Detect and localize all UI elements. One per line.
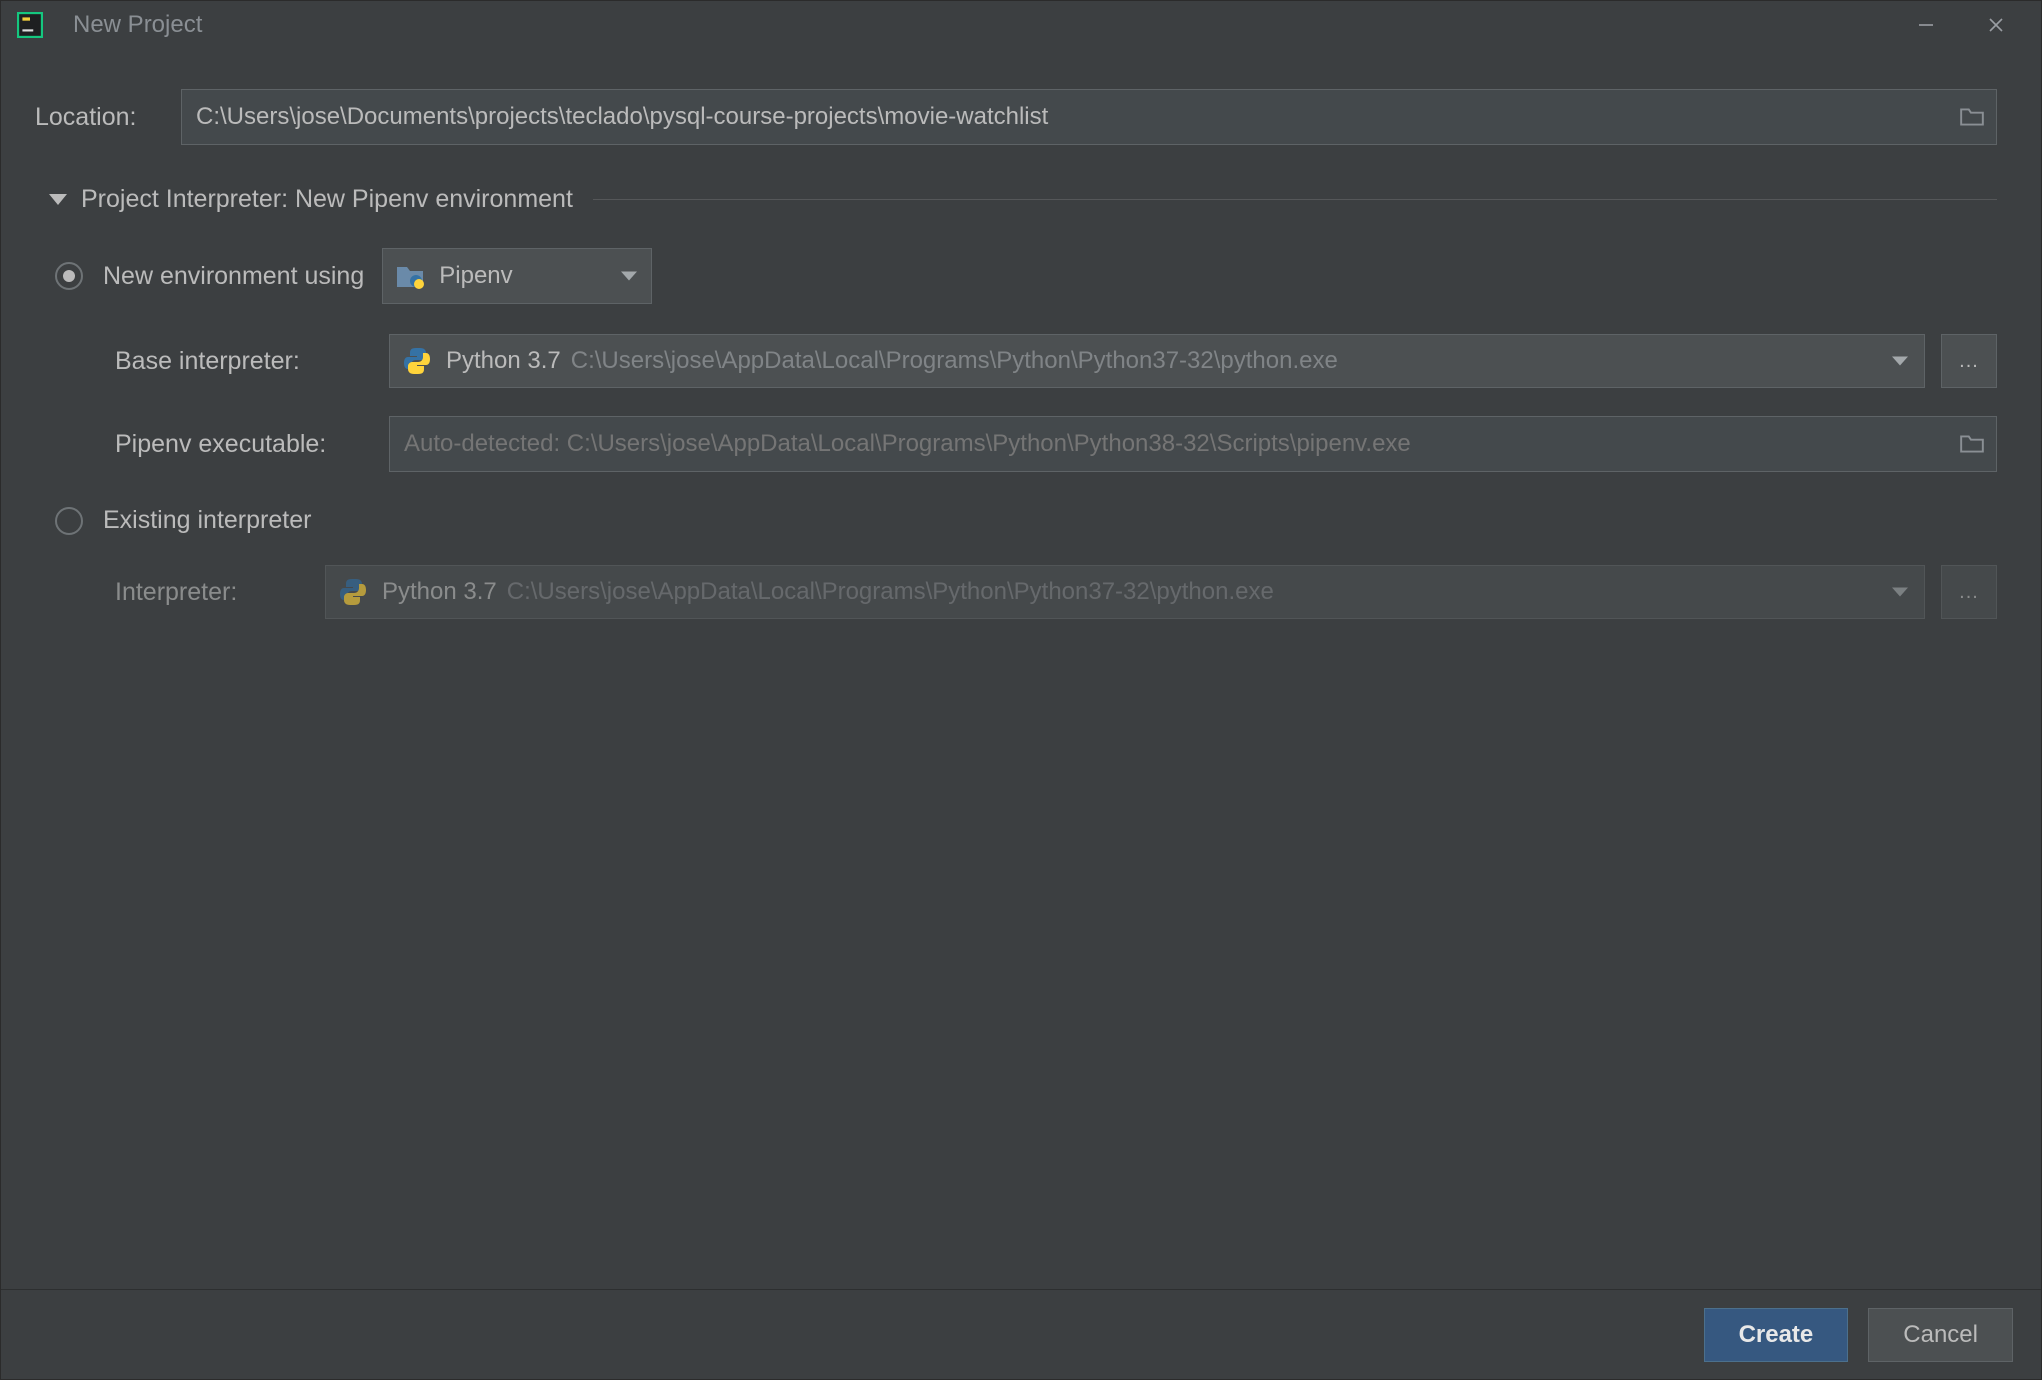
python-icon xyxy=(338,577,368,607)
env-tool-label: Pipenv xyxy=(439,262,512,290)
location-row: Location: xyxy=(35,89,1997,145)
dialog-footer: Create Cancel xyxy=(1,1289,2041,1379)
existing-interpreter-browse-button[interactable]: ... xyxy=(1941,565,1997,619)
base-interpreter-row: Base interpreter: Python 3.7 C:\Users\jo… xyxy=(115,334,1997,388)
chevron-down-icon xyxy=(49,194,67,205)
dialog-content: Location: Project Interpreter: New Pipen… xyxy=(1,49,2041,1289)
pipenv-icon xyxy=(395,261,425,291)
radio-existing[interactable] xyxy=(55,507,83,535)
location-label: Location: xyxy=(35,103,181,132)
base-interpreter-path: C:\Users\jose\AppData\Local\Programs\Pyt… xyxy=(571,347,1338,375)
existing-interpreter-row: Interpreter: Python 3.7 C:\Users\jose\Ap… xyxy=(115,565,1997,619)
base-interpreter-dropdown[interactable]: Python 3.7 C:\Users\jose\AppData\Local\P… xyxy=(389,334,1925,388)
pipenv-exe-label: Pipenv executable: xyxy=(115,430,389,459)
pipenv-exe-input-wrap xyxy=(389,416,1997,472)
window-title: New Project xyxy=(73,11,202,39)
new-environment-option[interactable]: New environment using Pipenv xyxy=(55,248,1997,304)
python-icon xyxy=(402,346,432,376)
browse-folder-icon[interactable] xyxy=(1955,427,1989,461)
cancel-button[interactable]: Cancel xyxy=(1868,1308,2013,1362)
interpreter-section-header[interactable]: Project Interpreter: New Pipenv environm… xyxy=(49,185,1997,214)
base-interpreter-browse-button[interactable]: ... xyxy=(1941,334,1997,388)
env-tool-dropdown[interactable]: Pipenv xyxy=(382,248,652,304)
pipenv-exe-input[interactable] xyxy=(389,416,1997,472)
existing-interpreter-path: C:\Users\jose\AppData\Local\Programs\Pyt… xyxy=(507,578,1274,606)
existing-interpreter-label: Interpreter: xyxy=(115,578,325,607)
section-heading-label: Project Interpreter: New Pipenv environm… xyxy=(81,185,573,214)
location-input[interactable] xyxy=(181,89,1997,145)
existing-interpreter-name: Python 3.7 xyxy=(382,578,497,606)
existing-interpreter-option[interactable]: Existing interpreter xyxy=(55,506,1997,535)
pipenv-executable-row: Pipenv executable: xyxy=(115,416,1997,472)
base-interpreter-name: Python 3.7 xyxy=(446,347,561,375)
location-input-wrap xyxy=(181,89,1997,145)
minimize-button[interactable] xyxy=(1891,5,1961,45)
new-project-dialog: New Project Location: Project Interprete… xyxy=(0,0,2042,1380)
new-env-details: Base interpreter: Python 3.7 C:\Users\jo… xyxy=(115,334,1997,500)
close-button[interactable] xyxy=(1961,5,2031,45)
chevron-down-icon xyxy=(1892,357,1908,366)
pycharm-icon xyxy=(17,12,43,38)
chevron-down-icon xyxy=(621,272,637,281)
chevron-down-icon xyxy=(1892,588,1908,597)
existing-interpreter-dropdown[interactable]: Python 3.7 C:\Users\jose\AppData\Local\P… xyxy=(325,565,1925,619)
browse-folder-icon[interactable] xyxy=(1955,100,1989,134)
base-interpreter-label: Base interpreter: xyxy=(115,347,389,376)
create-button[interactable]: Create xyxy=(1704,1308,1849,1362)
existing-label: Existing interpreter xyxy=(103,506,311,535)
radio-new-env[interactable] xyxy=(55,262,83,290)
titlebar: New Project xyxy=(1,1,2041,49)
new-env-label: New environment using xyxy=(103,262,364,291)
